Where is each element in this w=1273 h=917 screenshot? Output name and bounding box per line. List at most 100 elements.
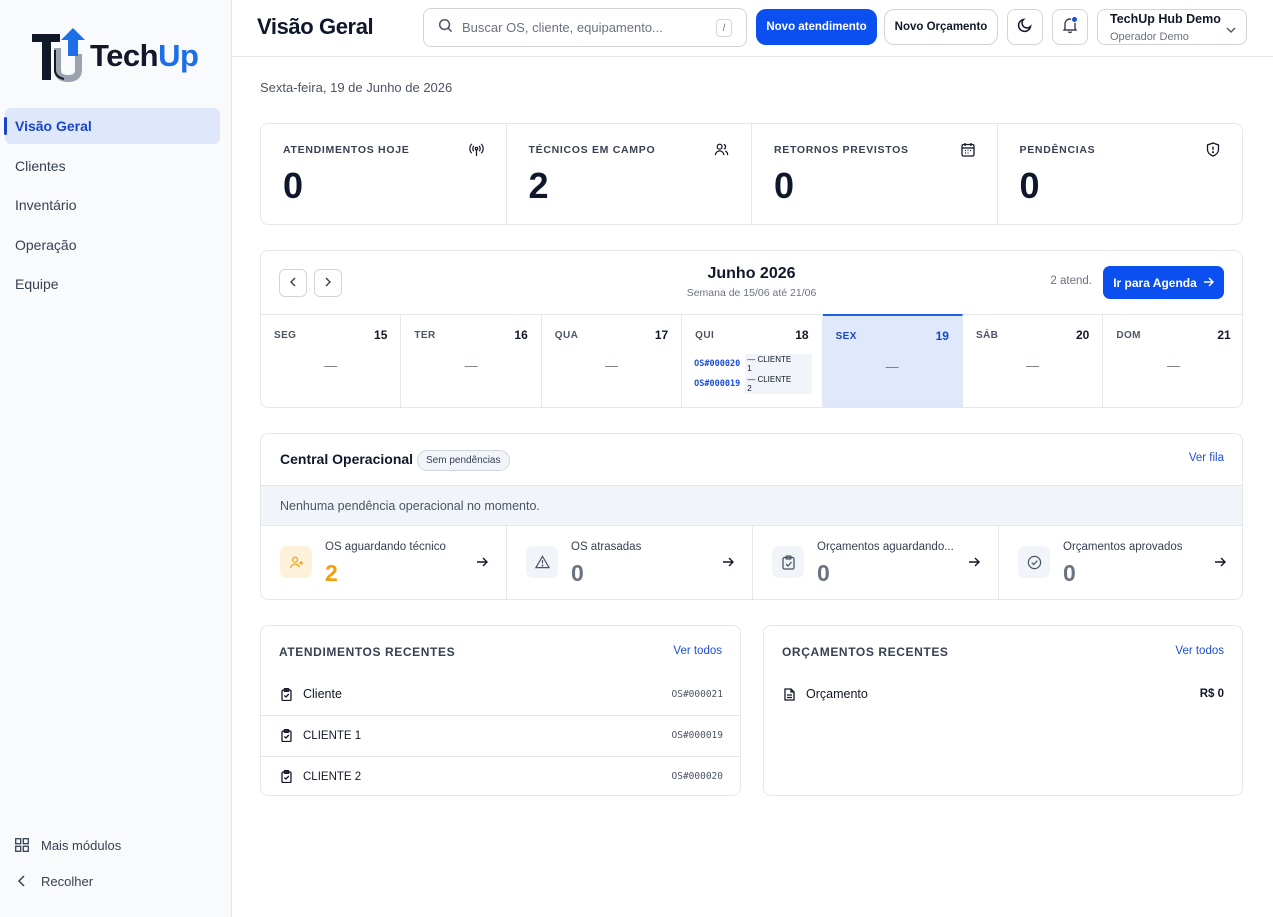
top-header: Visão Geral / Novo atendimento Novo Orça… xyxy=(232,0,1273,57)
calendar-day-sex-today[interactable]: SEX 19 — xyxy=(822,314,963,407)
day-name: SEX xyxy=(835,331,857,342)
view-all-quotes-link[interactable]: Ver todos xyxy=(1175,645,1224,657)
recent-quote-row[interactable]: Orçamento R$ 0 xyxy=(764,674,1242,714)
metric-os-overdue[interactable]: OS atrasadas 0 xyxy=(507,526,753,599)
calendar-day-seg[interactable]: SEG 15 — xyxy=(261,315,402,407)
service-client: CLIENTE 2 xyxy=(303,770,362,783)
metric-value: 0 xyxy=(1063,560,1076,586)
day-number: 16 xyxy=(514,328,528,342)
operations-info-message: Nenhuma pendência operacional no momento… xyxy=(261,485,1242,526)
calendar-day-qui[interactable]: QUI 18 OS#000020 — CLIENTE 1 OS#000019 —… xyxy=(682,315,823,407)
arrow-right-icon xyxy=(1214,554,1226,572)
sidebar: TechUp Visão Geral Clientes Inventário O… xyxy=(0,0,232,917)
alert-triangle-icon xyxy=(526,546,558,578)
view-all-services-link[interactable]: Ver todos xyxy=(673,645,722,657)
calendar-month-title: Junho 2026 xyxy=(707,265,796,282)
day-name: SÁB xyxy=(975,330,999,341)
sidebar-item-clientes[interactable]: Clientes xyxy=(5,148,220,184)
metric-quotes-awaiting[interactable]: Orçamentos aguardando... 0 xyxy=(753,526,999,599)
chevron-down-icon xyxy=(1226,21,1236,39)
stat-value: 0 xyxy=(1019,165,1040,206)
search-icon xyxy=(438,18,453,38)
stat-value: 0 xyxy=(283,165,304,206)
day-empty-marker: — xyxy=(1167,358,1181,373)
collapse-sidebar-button[interactable]: Recolher xyxy=(14,863,121,899)
logo-text: TechUp xyxy=(90,38,199,73)
stat-retornos-previstos[interactable]: RETORNOS PREVISTOS 0 xyxy=(752,124,998,224)
sidebar-item-visao-geral[interactable]: Visão Geral xyxy=(4,108,220,144)
recent-quotes-panel: ORÇAMENTOS RECENTES Ver todos Orçamento … xyxy=(763,625,1243,796)
more-modules-label: Mais módulos xyxy=(41,837,122,853)
grid-icon xyxy=(14,837,30,853)
metric-os-awaiting-technician[interactable]: OS aguardando técnico 2 xyxy=(261,526,507,599)
calendar-icon xyxy=(960,142,975,162)
go-to-agenda-button[interactable]: Ir para Agenda xyxy=(1103,266,1224,299)
day-number: 15 xyxy=(374,328,388,342)
metric-quotes-approved[interactable]: Orçamentos aprovados 0 xyxy=(999,526,1242,599)
day-name: SEG xyxy=(274,330,297,341)
calendar-day-dom[interactable]: DOM 21 — xyxy=(1103,315,1242,407)
user-menu[interactable]: TechUp Hub Demo Operador Demo xyxy=(1097,9,1247,45)
calendar-event[interactable]: OS#000019 — CLIENTE 2 xyxy=(694,374,813,394)
users-icon xyxy=(714,142,729,162)
new-quote-button[interactable]: Novo Orçamento xyxy=(884,9,998,45)
service-os-code: OS#000021 xyxy=(671,688,723,700)
sidebar-nav: Visão Geral Clientes Inventário Operação… xyxy=(4,108,220,306)
service-os-code: OS#000019 xyxy=(671,730,723,741)
stat-atendimentos-hoje[interactable]: ATENDIMENTOS HOJE 0 xyxy=(261,124,507,224)
sidebar-item-inventario[interactable]: Inventário xyxy=(5,187,220,223)
day-empty-marker: — xyxy=(324,358,338,373)
arrow-right-icon xyxy=(722,554,734,572)
stat-pendencias[interactable]: PENDÊNCIAS 0 xyxy=(998,124,1243,224)
service-os-code: OS#000020 xyxy=(671,771,723,782)
notifications-button[interactable] xyxy=(1052,9,1088,45)
go-to-agenda-label: Ir para Agenda xyxy=(1113,275,1197,290)
sidebar-item-equipe[interactable]: Equipe xyxy=(5,266,220,302)
event-client: — CLIENTE 2 xyxy=(745,374,813,394)
logo-mark-icon xyxy=(30,28,88,84)
metric-label: Orçamentos aprovados xyxy=(1063,541,1183,553)
day-name: QUI xyxy=(695,330,715,341)
calendar-day-sab[interactable]: SÁB 20 — xyxy=(963,315,1104,407)
day-name: TER xyxy=(414,330,436,341)
calendar-event[interactable]: OS#000020 — CLIENTE 1 xyxy=(694,354,813,374)
calendar-count: 2 atend. xyxy=(1050,275,1092,287)
broadcast-icon xyxy=(468,142,484,162)
recent-service-row[interactable]: CLIENTE 1 OS#000019 xyxy=(261,715,740,755)
more-modules-button[interactable]: Mais módulos xyxy=(14,827,121,863)
day-name: DOM xyxy=(1116,330,1141,341)
calendar-week-range: Semana de 15/06 até 21/06 xyxy=(686,287,817,299)
metric-value: 2 xyxy=(325,560,338,586)
new-service-button[interactable]: Novo atendimento xyxy=(756,9,877,45)
user-plus-icon xyxy=(280,546,312,578)
search-box[interactable]: / xyxy=(423,8,747,47)
recent-service-row[interactable]: Cliente OS#000021 xyxy=(261,674,740,714)
operations-center-title: Central Operacional xyxy=(280,451,414,467)
metric-label: OS aguardando técnico xyxy=(325,541,446,553)
stat-value: 0 xyxy=(774,165,795,206)
stats-panel: ATENDIMENTOS HOJE 0 TÉCNICOS EM CAMPO 2 … xyxy=(260,123,1243,225)
stat-tecnicos-em-campo[interactable]: TÉCNICOS EM CAMPO 2 xyxy=(507,124,752,224)
view-queue-link[interactable]: Ver fila xyxy=(1189,452,1224,464)
clipboard-icon xyxy=(279,687,293,701)
day-empty-marker: — xyxy=(464,358,478,373)
operations-center: Central Operacional Sem pendências Ver f… xyxy=(260,433,1243,600)
chevron-left-icon xyxy=(14,873,30,889)
quote-name: Orçamento xyxy=(806,687,868,701)
shield-alert-icon xyxy=(1206,142,1220,162)
event-os-code: OS#000020 xyxy=(694,359,741,369)
metric-value: 0 xyxy=(571,560,584,586)
theme-toggle-button[interactable] xyxy=(1007,9,1043,45)
sidebar-footer: Mais módulos Recolher xyxy=(14,827,121,899)
calendar-day-ter[interactable]: TER 16 — xyxy=(401,315,542,407)
day-number: 17 xyxy=(654,328,669,342)
recent-service-row[interactable]: CLIENTE 2 OS#000020 xyxy=(261,756,740,795)
check-circle-icon xyxy=(1018,546,1050,578)
techup-logo[interactable]: TechUp xyxy=(30,28,199,84)
event-os-code: OS#000019 xyxy=(694,379,741,389)
search-input[interactable] xyxy=(462,20,702,35)
calendar-day-qua[interactable]: QUA 17 — xyxy=(542,315,683,407)
sidebar-item-operacao[interactable]: Operação xyxy=(5,227,220,263)
document-icon xyxy=(782,687,796,701)
service-client: Cliente xyxy=(303,687,342,701)
